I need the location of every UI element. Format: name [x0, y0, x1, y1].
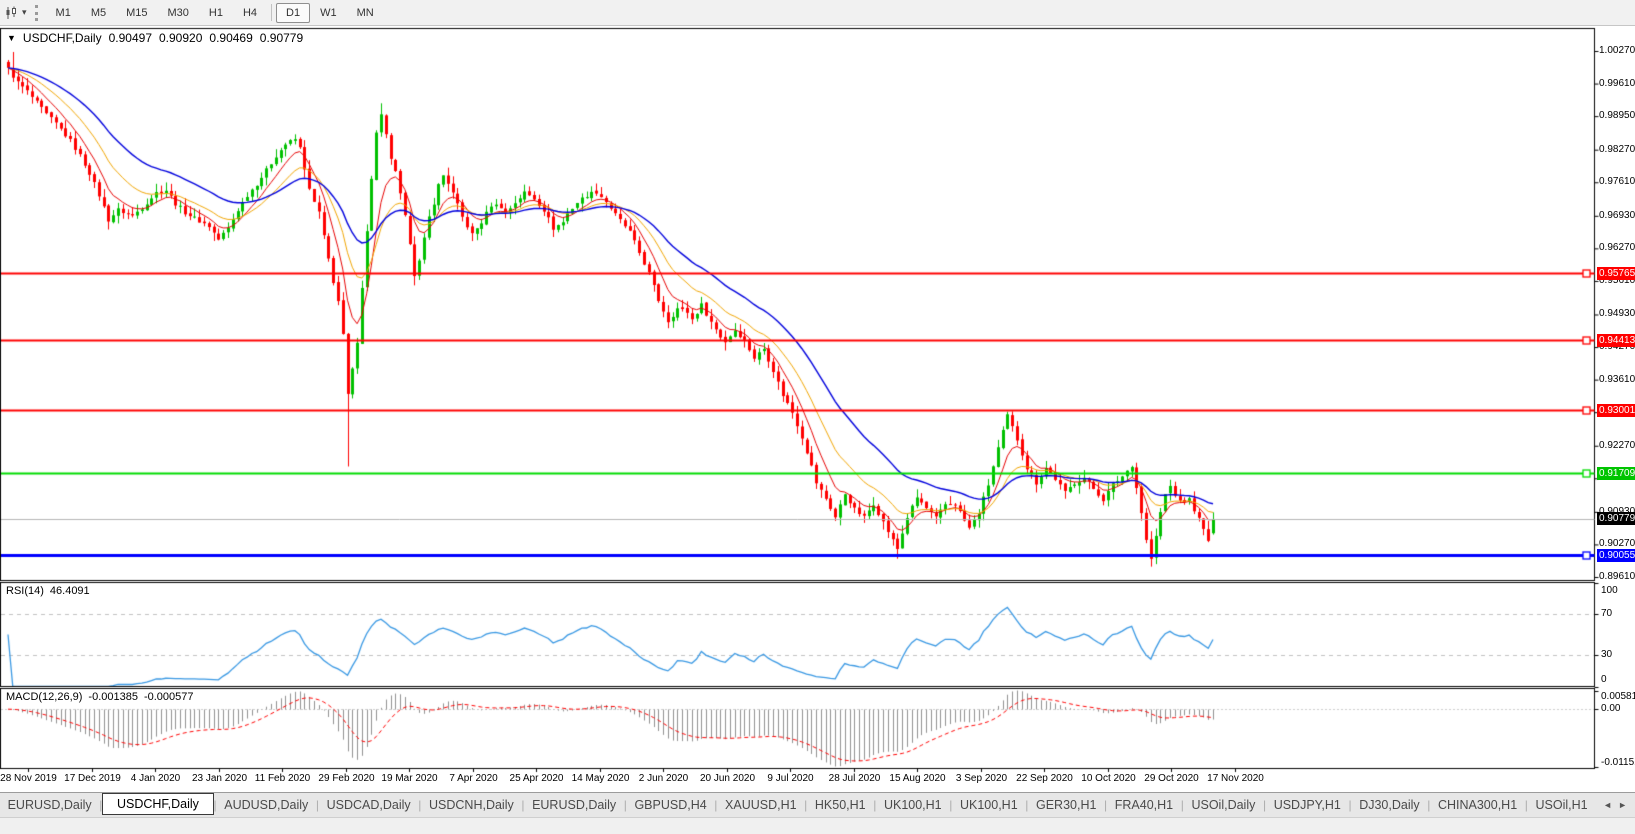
toolbar-grip[interactable]: [35, 5, 39, 21]
timeframe-h1[interactable]: H1: [199, 3, 233, 23]
symbol-tab-usoil-h1[interactable]: USOil,H1: [1528, 795, 1595, 815]
timeframe-m15[interactable]: M15: [116, 3, 157, 23]
price-chart-canvas[interactable]: [0, 0, 1635, 792]
symbol-tab-audusd-daily[interactable]: AUDUSD,Daily: [217, 795, 316, 815]
symbol-tab-eurusd-daily[interactable]: EURUSD,Daily: [0, 795, 99, 815]
symbol-tab-usdjpy-h1[interactable]: USDJPY,H1: [1266, 795, 1348, 815]
symbol-tab-gbpusd-h4[interactable]: GBPUSD,H4: [627, 795, 714, 815]
tab-scroll-right-icon[interactable]: ►: [1618, 800, 1627, 810]
symbol-tab-usoil-daily[interactable]: USOil,Daily: [1184, 795, 1263, 815]
top-toolbar: ▾ M1M5M15M30H1H4 D1W1MN: [0, 0, 1635, 26]
symbol-tab-china300-h1[interactable]: CHINA300,H1: [1430, 795, 1524, 815]
timeframe-h4[interactable]: H4: [233, 3, 267, 23]
symbol-tab-usdcad-daily[interactable]: USDCAD,Daily: [319, 795, 418, 815]
mt4-window: ▾ M1M5M15M30H1H4D1W1MN ▼ USDCHF,Daily 0.…: [0, 0, 1635, 834]
timeframe-m30[interactable]: M30: [158, 3, 199, 23]
tab-scroll-buttons: ◄ ►: [1595, 800, 1635, 810]
symbol-tab-eurusd-daily[interactable]: EURUSD,Daily: [524, 795, 623, 815]
symbol-tab-uk100-h1[interactable]: UK100,H1: [876, 795, 949, 815]
timeframe-m1[interactable]: M1: [46, 3, 81, 23]
symbol-tab-usdchf-daily[interactable]: USDCHF,Daily: [102, 793, 213, 815]
chart-tab-bar: EURUSD,Daily|USDCHF,Daily|AUDUSD,Daily|U…: [0, 792, 1635, 817]
timeframe-m5[interactable]: M5: [81, 3, 116, 23]
symbol-tab-xauusd-h1[interactable]: XAUUSD,H1: [717, 795, 804, 815]
toolbar-separator: [271, 4, 272, 21]
chart-type-dropdown-caret[interactable]: ▾: [21, 7, 31, 18]
status-bar: [0, 817, 1635, 834]
timeframe-w1[interactable]: W1: [310, 3, 347, 23]
timeframe-d1[interactable]: D1: [276, 3, 310, 23]
symbol-tab-usdcnh-daily[interactable]: USDCNH,Daily: [421, 795, 521, 815]
timeframe-mn[interactable]: MN: [347, 3, 384, 23]
candlestick-chart-icon[interactable]: [3, 5, 21, 21]
tab-list: EURUSD,Daily|USDCHF,Daily|AUDUSD,Daily|U…: [0, 795, 1595, 815]
timeframe-buttons: M1M5M15M30H1H4 D1W1MN: [46, 0, 384, 25]
tab-scroll-left-icon[interactable]: ◄: [1603, 800, 1612, 810]
symbol-tab-dj30-daily[interactable]: DJ30,Daily: [1352, 795, 1428, 815]
symbol-tab-hk50-h1[interactable]: HK50,H1: [807, 795, 873, 815]
symbol-tab-ger30-h1[interactable]: GER30,H1: [1028, 795, 1104, 815]
symbol-tab-uk100-h1[interactable]: UK100,H1: [952, 795, 1025, 815]
symbol-tab-fra40-h1[interactable]: FRA40,H1: [1107, 795, 1181, 815]
